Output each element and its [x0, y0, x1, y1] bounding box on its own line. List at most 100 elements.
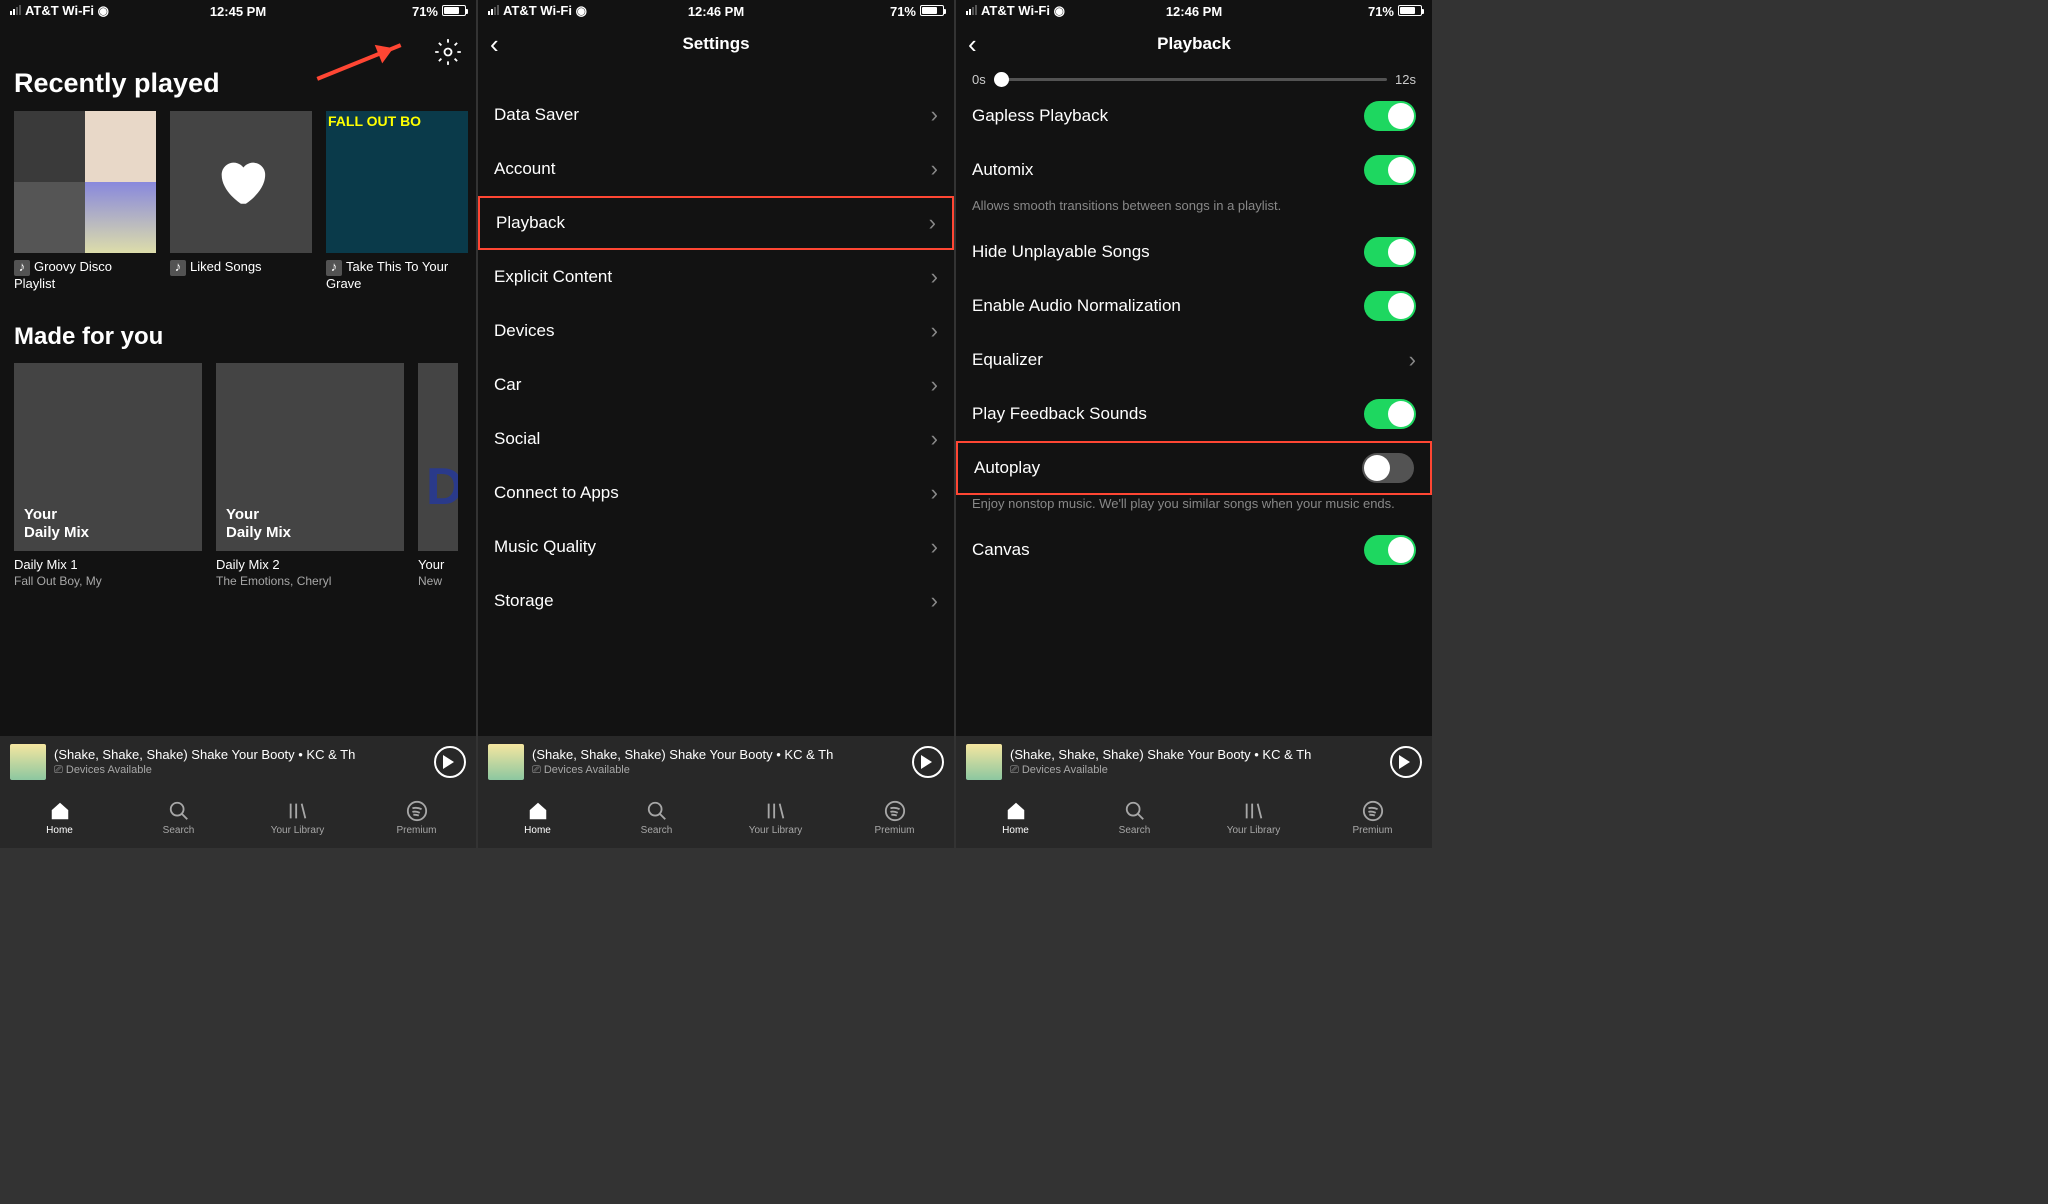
chevron-right-icon: › [931, 480, 938, 506]
playlist-tile[interactable]: ♪Groovy Disco Playlist [14, 111, 156, 293]
playback-row-hide-unplayable-songs[interactable]: Hide Unplayable Songs [956, 225, 1432, 279]
now-playing-bar[interactable]: (Shake, Shake, Shake) Shake Your Booty •… [0, 736, 476, 788]
playlist-tile[interactable]: ♪Liked Songs [170, 111, 312, 293]
made-for-you-row: YourDaily MixDaily Mix 1Fall Out Boy, My… [0, 353, 476, 598]
play-button[interactable] [1390, 746, 1422, 778]
row-label: Hide Unplayable Songs [972, 242, 1150, 262]
crossfade-slider[interactable]: 0s 12s [956, 66, 1432, 89]
mix-tile[interactable]: DYourNew [418, 363, 458, 588]
tab-library[interactable]: Your Library [1194, 788, 1313, 848]
settings-row-car[interactable]: Car› [478, 358, 954, 412]
toggle[interactable] [1364, 291, 1416, 321]
playback-row-automix[interactable]: Automix [956, 143, 1432, 197]
back-button[interactable]: ‹ [968, 29, 977, 60]
playback-row-equalizer[interactable]: Equalizer› [956, 333, 1432, 387]
tabbar: Home Search Your Library Premium [956, 788, 1432, 848]
tab-library[interactable]: Your Library [238, 788, 357, 848]
play-button[interactable] [434, 746, 466, 778]
signal-icon [966, 5, 977, 15]
back-button[interactable]: ‹ [490, 29, 499, 60]
signal-icon [10, 5, 21, 15]
toggle[interactable] [1362, 453, 1414, 483]
settings-screen: AT&T Wi-Fi ◉ 12:46 PM 71% ‹ Settings Dat… [478, 0, 954, 848]
statusbar: AT&T Wi-Fi ◉ 12:46 PM 71% [478, 0, 954, 22]
toggle[interactable] [1364, 399, 1416, 429]
library-icon [287, 800, 309, 822]
tab-search[interactable]: Search [119, 788, 238, 848]
now-playing-bar[interactable]: (Shake, Shake, Shake) Shake Your Booty •… [956, 736, 1432, 788]
gear-icon[interactable] [434, 38, 462, 66]
playback-row-play-feedback-sounds[interactable]: Play Feedback Sounds [956, 387, 1432, 441]
settings-row-account[interactable]: Account› [478, 142, 954, 196]
playlist-icon: ♪ [170, 260, 186, 276]
mix-tile[interactable]: YourDaily MixDaily Mix 2The Emotions, Ch… [216, 363, 404, 588]
row-label: Devices [494, 321, 554, 341]
playback-row-gapless-playback[interactable]: Gapless Playback [956, 89, 1432, 143]
page-title: Settings [682, 34, 749, 54]
settings-row-music-quality[interactable]: Music Quality › [478, 520, 954, 574]
settings-row-data-saver[interactable]: Data Saver › [478, 88, 954, 142]
statusbar: AT&T Wi-Fi ◉ 12:45 PM 71% [0, 0, 476, 22]
tab-premium[interactable]: Premium [1313, 788, 1432, 848]
tab-home[interactable]: Home [0, 788, 119, 848]
tab-library[interactable]: Your Library [716, 788, 835, 848]
settings-row-storage[interactable]: Storage › [478, 574, 954, 628]
page-title: Playback [1157, 34, 1231, 54]
recently-played-row: ♪Groovy Disco Playlist ♪Liked Songs FALL… [0, 101, 476, 303]
row-label: Playback [496, 213, 565, 233]
chevron-right-icon: › [929, 210, 936, 236]
row-label: Storage [494, 591, 554, 611]
album-art [10, 744, 46, 780]
tab-home[interactable]: Home [478, 788, 597, 848]
clock: 12:46 PM [1166, 4, 1222, 19]
album-art [488, 744, 524, 780]
signal-icon [488, 5, 499, 15]
tab-premium[interactable]: Premium [835, 788, 954, 848]
section-recently-played: Recently played [0, 58, 476, 101]
search-icon [168, 800, 190, 822]
settings-row-playback[interactable]: Playback › [478, 196, 954, 250]
mix-tile[interactable]: YourDaily MixDaily Mix 1Fall Out Boy, My [14, 363, 202, 588]
settings-header: ‹ Settings [478, 22, 954, 66]
chevron-right-icon: › [931, 264, 938, 290]
tab-search[interactable]: Search [597, 788, 716, 848]
row-label: Connect to Apps [494, 483, 619, 503]
settings-row-connect-to-apps[interactable]: Connect to Apps › [478, 466, 954, 520]
playback-row-autoplay[interactable]: Autoplay [956, 441, 1432, 495]
toggle[interactable] [1364, 237, 1416, 267]
tab-search[interactable]: Search [1075, 788, 1194, 848]
chevron-right-icon: › [931, 102, 938, 128]
playlist-icon: ♪ [14, 260, 30, 276]
tab-premium[interactable]: Premium [357, 788, 476, 848]
row-label: Gapless Playback [972, 106, 1108, 126]
now-playing-bar[interactable]: (Shake, Shake, Shake) Shake Your Booty •… [478, 736, 954, 788]
chevron-right-icon: › [931, 372, 938, 398]
chevron-right-icon: › [931, 588, 938, 614]
spotify-icon [406, 800, 428, 822]
tab-home[interactable]: Home [956, 788, 1075, 848]
playback-row-enable-audio-normalization[interactable]: Enable Audio Normalization [956, 279, 1432, 333]
album-art [966, 744, 1002, 780]
settings-row-social[interactable]: Social› [478, 412, 954, 466]
row-label: Music Quality [494, 537, 596, 557]
row-description: Allows smooth transitions between songs … [956, 197, 1432, 225]
row-label: Data Saver [494, 105, 579, 125]
toggle[interactable] [1364, 535, 1416, 565]
settings-row-devices[interactable]: Devices › [478, 304, 954, 358]
playlist-icon: ♪ [326, 260, 342, 276]
settings-row-explicit-content[interactable]: Explicit Content › [478, 250, 954, 304]
play-button[interactable] [912, 746, 944, 778]
toggle[interactable] [1364, 101, 1416, 131]
row-label: Explicit Content [494, 267, 612, 287]
row-label: Social [494, 429, 540, 449]
home-icon [49, 800, 71, 822]
chevron-right-icon: › [931, 534, 938, 560]
battery-icon [1398, 5, 1422, 16]
playback-row-canvas[interactable]: Canvas [956, 523, 1432, 577]
row-label: Canvas [972, 540, 1030, 560]
toggle[interactable] [1364, 155, 1416, 185]
chevron-right-icon: › [931, 318, 938, 344]
statusbar: AT&T Wi-Fi ◉ 12:46 PM 71% [956, 0, 1432, 22]
playlist-tile[interactable]: FALL OUT BO♪Take This To Your Grave [326, 111, 468, 293]
battery-icon [920, 5, 944, 16]
